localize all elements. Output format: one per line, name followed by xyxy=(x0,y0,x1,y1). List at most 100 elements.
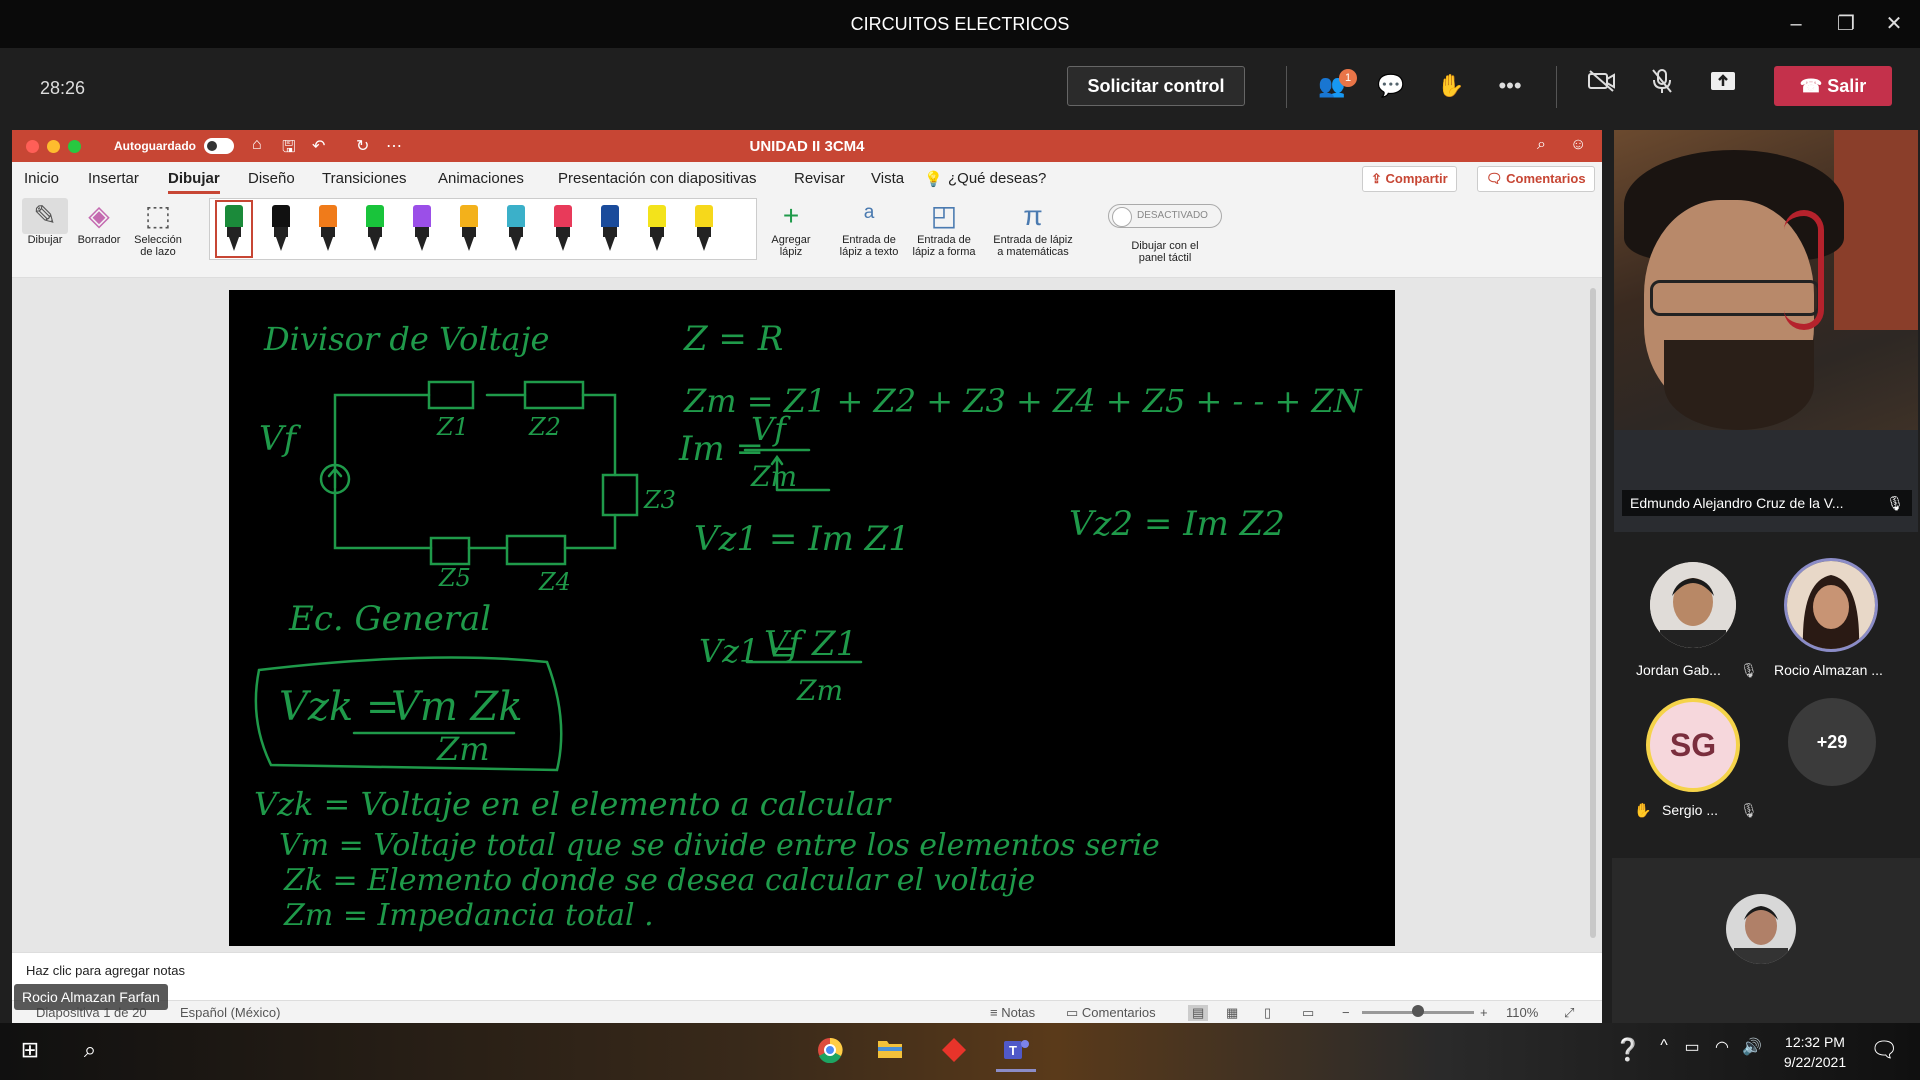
more-options-icon[interactable]: ••• xyxy=(1492,68,1528,104)
zoom-in-icon[interactable]: + xyxy=(1480,1005,1488,1020)
slideshow-icon[interactable]: ▭ xyxy=(1302,1005,1314,1021)
raise-hand-icon[interactable]: ✋ xyxy=(1433,68,1469,104)
request-control-button[interactable]: Solicitar control xyxy=(1067,66,1245,106)
pen-swatch[interactable] xyxy=(408,205,436,253)
mic-off-icon[interactable] xyxy=(1644,68,1680,104)
more-participants-button[interactable]: +29 xyxy=(1788,698,1876,786)
tab-insertar[interactable]: Insertar xyxy=(88,170,139,187)
ink-shape-label-1: Entrada de xyxy=(917,234,971,246)
lasso-label-1: Selección xyxy=(134,234,182,246)
close-icon[interactable]: ✕ xyxy=(1874,10,1914,38)
lasso-tool[interactable]: ⬚ Selección de lazo xyxy=(126,198,190,258)
pencil-icon: ✎ xyxy=(22,198,68,234)
window-title: CIRCUITOS ELECTRICOS xyxy=(850,14,1070,34)
normal-view-icon[interactable]: ▤ xyxy=(1188,1005,1209,1021)
leave-button[interactable]: ☎ Salir xyxy=(1774,66,1892,106)
camera-off-icon[interactable] xyxy=(1584,68,1620,104)
tab-diseno[interactable]: Diseño xyxy=(248,170,295,187)
avatar[interactable] xyxy=(1784,558,1878,652)
language-indicator[interactable]: Español (México) xyxy=(180,1005,280,1020)
comments-toggle[interactable]: ▭ Comentarios xyxy=(1066,1005,1156,1021)
volume-icon[interactable]: 🔊 xyxy=(1732,1037,1772,1057)
avatar[interactable] xyxy=(1650,562,1736,648)
pen-swatch[interactable] xyxy=(267,205,295,253)
chat-icon[interactable]: 💬 xyxy=(1373,68,1409,104)
reading-view-icon[interactable]: ▯ xyxy=(1264,1005,1271,1021)
zoom-out-icon[interactable]: − xyxy=(1342,1005,1350,1020)
self-avatar[interactable] xyxy=(1726,894,1796,964)
help-icon[interactable]: ❔ xyxy=(1608,1037,1648,1063)
ink-to-text-tool[interactable]: ᵃ Entrada de lápiz a texto xyxy=(834,198,904,258)
share-button[interactable]: ⇪ Compartir xyxy=(1362,166,1457,192)
pen-swatch[interactable] xyxy=(549,205,577,253)
ink-math-label-2: a matemáticas xyxy=(997,246,1069,258)
participants-panel: Edmundo Alejandro Cruz de la V... 🎙 Jord… xyxy=(1612,128,1920,1023)
search-icon[interactable]: ⌕ xyxy=(1537,136,1546,154)
avatar-initials[interactable]: SG xyxy=(1646,698,1740,792)
draw-label: Dibujar xyxy=(27,234,63,246)
tab-dibujar[interactable]: Dibujar xyxy=(168,170,220,194)
search-icon[interactable]: ⌕ xyxy=(70,1037,110,1063)
presenter-name-tag: Rocio Almazan Farfan xyxy=(14,984,168,1010)
participant-name: Rocio Almazan ... xyxy=(1774,662,1883,678)
participant-video[interactable]: Edmundo Alejandro Cruz de la V... 🎙 xyxy=(1614,130,1918,532)
notifications-icon[interactable]: 🗨 xyxy=(1864,1037,1904,1063)
touchpad-draw-toggle[interactable]: DESACTIVADO xyxy=(1108,204,1222,228)
tab-animaciones[interactable]: Animaciones xyxy=(438,170,524,187)
tab-transiciones[interactable]: Transiciones xyxy=(322,170,406,187)
ink-text-label-2: lápiz a texto xyxy=(839,246,899,258)
pen-swatch[interactable] xyxy=(596,205,624,253)
tell-me-search[interactable]: ¿Qué deseas? xyxy=(948,170,1046,187)
pen-swatch[interactable] xyxy=(690,205,718,253)
vertical-scrollbar[interactable] xyxy=(1590,288,1596,938)
vz2-equation: Vz2 = Iт Z2 xyxy=(1069,504,1285,544)
notes-pane[interactable]: Haz clic para agregar notas xyxy=(12,952,1602,988)
pen-swatch[interactable] xyxy=(314,205,342,253)
slide-sorter-icon[interactable]: ▦ xyxy=(1226,1005,1238,1021)
status-bar: Diapositiva 1 de 20 Español (México) ≡ N… xyxy=(12,1000,1602,1023)
tab-presentacion[interactable]: Presentación con diapositivas xyxy=(558,170,756,187)
lightbulb-icon: 💡 xyxy=(924,171,943,188)
draw-tool[interactable]: ✎ Dibujar xyxy=(22,198,68,246)
slide[interactable]: Divisor de Voltaje Z = R Zт = Z1 + Z2 + … xyxy=(229,290,1395,946)
definition-zk: Zk = Elemento donde se desea calcular el… xyxy=(283,863,1035,898)
restore-icon[interactable]: ❐ xyxy=(1826,10,1866,38)
raise-hand-icon: ✋ xyxy=(1634,802,1652,818)
ink-to-shape-tool[interactable]: ◰ Entrada de lápiz a forma xyxy=(908,198,980,258)
minimize-icon[interactable]: – xyxy=(1776,10,1816,38)
fit-slide-icon[interactable]: ⤢ xyxy=(1564,1005,1574,1021)
tab-revisar[interactable]: Revisar xyxy=(794,170,845,187)
teams-icon[interactable]: T xyxy=(996,1037,1036,1072)
zoom-level[interactable]: 110% xyxy=(1506,1005,1538,1020)
share-label: Compartir xyxy=(1385,171,1448,186)
circuit-z4-label: Z4 xyxy=(538,568,571,596)
tab-vista[interactable]: Vista xyxy=(871,170,904,187)
comments-button[interactable]: 🗨 Comentarios xyxy=(1477,166,1595,192)
chrome-icon[interactable] xyxy=(810,1037,850,1069)
pen-swatch[interactable] xyxy=(502,205,530,253)
notes-toggle[interactable]: ≡ Notas xyxy=(990,1005,1035,1020)
add-pen-label-2: lápiz xyxy=(779,246,803,258)
pen-swatch[interactable] xyxy=(361,205,389,253)
meeting-control-bar: 28:26 Solicitar control 👥 1 💬 ✋ ••• ☎ Sa… xyxy=(0,48,1920,128)
tab-inicio[interactable]: Inicio xyxy=(24,170,59,187)
eraser-tool[interactable]: ◈ Borrador xyxy=(72,198,126,246)
general-formula-numerator: Vт Zk xyxy=(391,684,523,730)
file-explorer-icon[interactable] xyxy=(870,1037,910,1065)
smiley-feedback-icon[interactable]: ☺ xyxy=(1570,136,1586,154)
pen-swatch[interactable] xyxy=(643,205,671,253)
comments-label: Comentarios xyxy=(1506,171,1586,186)
app-red-diamond-icon[interactable] xyxy=(934,1037,974,1069)
pen-swatch[interactable] xyxy=(215,200,253,258)
system-clock[interactable]: 12:32 PM 9/22/2021 xyxy=(1770,1032,1860,1072)
zoom-slider-thumb[interactable] xyxy=(1412,1005,1424,1017)
add-pen-tool[interactable]: + Agregar lápiz xyxy=(764,198,818,258)
clock-date: 9/22/2021 xyxy=(1783,1054,1847,1070)
ink-to-math-tool[interactable]: π Entrada de lápiz a matemáticas xyxy=(986,198,1080,258)
eraser-icon: ◈ xyxy=(88,200,110,231)
pen-swatch[interactable] xyxy=(455,205,483,253)
video-headset xyxy=(1784,210,1824,330)
share-tray-icon[interactable] xyxy=(1705,68,1741,104)
participant-name: Sergio ... xyxy=(1662,802,1719,818)
windows-start-icon[interactable]: ⊞ xyxy=(10,1037,50,1063)
